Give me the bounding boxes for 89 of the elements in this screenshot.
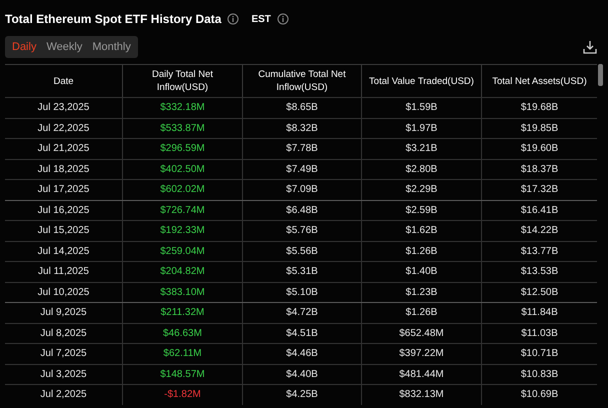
table-cell-text: $726.74M (160, 204, 205, 218)
table-cell-text: $533.87M (160, 122, 205, 136)
table-cell-text: Jul 16,2025 (38, 204, 90, 218)
table-cell-text: $1.26B (406, 306, 438, 320)
table-cell-text: $652.48M (399, 326, 444, 341)
table-cell-text: $1.23B (406, 286, 438, 300)
table-cell-text: $192.33M (160, 224, 205, 238)
table-cell-text: Jul 10,2025 (38, 286, 90, 300)
table-cell-text: $211.32M (160, 306, 204, 320)
table-cell-text: $4.46B (286, 347, 318, 362)
table-cell-text: Jul 11,2025 (38, 265, 89, 280)
table-cell-text: $148.57M (160, 368, 205, 382)
table-cell-text: $10.71B (520, 347, 558, 362)
table-cell-text: $481.44M (399, 368, 444, 382)
table-cell-text: $62.11M (163, 347, 202, 362)
table-cell-text: $10.83B (520, 368, 558, 382)
table-cell-text: $2.80B (406, 162, 438, 177)
period-tab[interactable]: Weekly (41, 38, 88, 56)
table-cell-text: $13.53B (520, 265, 558, 280)
column-header: Total Value Traded(USD) (369, 74, 474, 88)
info-icon[interactable] (227, 13, 240, 25)
table-cell-text: $19.85B (520, 122, 558, 136)
table-cell-text: Jul 17,2025 (38, 183, 90, 198)
table-cell-text: $46.63M (163, 326, 202, 341)
table-cell-text: $8.32B (286, 122, 318, 136)
table-cell-text: $397.22M (399, 347, 444, 362)
table-cell-text: Jul 23,2025 (38, 101, 90, 116)
table-cell-text: $5.56B (286, 244, 318, 259)
table-cell-text: $832.13M (399, 388, 444, 402)
table-cell-text: Jul 14,2025 (38, 244, 90, 259)
period-tab[interactable]: Daily (7, 38, 42, 56)
table-cell-text: $332.18M (160, 101, 205, 116)
column-header: Daily Total Net Inflow(USD) (150, 68, 214, 94)
scrollbar[interactable] (598, 64, 603, 86)
table-cell-text: $10.69B (520, 388, 558, 402)
table-cell-text: $16.41B (520, 204, 558, 218)
table-cell-text: $4.25B (286, 388, 318, 402)
table-cell-text: $259.04M (160, 244, 205, 259)
table-cell-text: $19.68B (520, 101, 558, 116)
table-cell-text: $17.32B (520, 183, 558, 198)
table-cell-text: $18.37B (520, 162, 558, 177)
timezone-label: EST (251, 12, 271, 26)
table-cell-text: $7.49B (286, 162, 318, 177)
table-cell-text: $5.76B (286, 224, 318, 238)
table-cell-text: Jul 2,2025 (40, 388, 87, 402)
table-cell-text: $11.03B (521, 326, 558, 341)
table-cell-text: $4.40B (286, 368, 318, 382)
table-cell-text: Jul 15,2025 (38, 224, 90, 238)
column-header: Total Net Assets(USD) (492, 74, 587, 88)
table-cell-text: $7.09B (286, 183, 318, 198)
info-icon[interactable] (276, 13, 289, 25)
table-cell-text: $6.48B (286, 204, 318, 218)
table-cell-text: Jul 7,2025 (40, 347, 87, 362)
table-cell-text: $3.21B (406, 142, 438, 156)
table-cell-text: $1.62B (406, 224, 438, 238)
table-cell-text: $402.50M (160, 162, 205, 177)
table-cell-text: $7.78B (286, 142, 318, 156)
table-cell-text: $2.29B (406, 183, 438, 198)
table-cell-text: $19.60B (520, 142, 558, 156)
table-cell-text: $13.77B (520, 244, 558, 259)
table-cell-text: $1.40B (406, 265, 438, 280)
table-cell-text: $12.50B (520, 286, 558, 300)
table-cell-text: $4.51B (286, 326, 318, 341)
table-cell-text: $5.31B (286, 265, 318, 280)
download-icon[interactable] (583, 40, 597, 54)
table-cell-text: Jul 21,2025 (38, 142, 90, 156)
table-cell-text: $14.22B (520, 224, 558, 238)
table-cell-text: $296.59M (160, 142, 205, 156)
column-header: Date (53, 74, 74, 88)
table-cell-text: Jul 3,2025 (40, 368, 87, 382)
page-title: Total Ethereum Spot ETF History Data (5, 11, 222, 28)
table-cell-text: $1.59B (406, 101, 438, 116)
table-cell-text: Jul 22,2025 (38, 122, 90, 136)
table-cell-text: $204.82M (160, 265, 205, 280)
column-header: Cumulative Total Net Inflow(USD) (257, 68, 347, 94)
table-cell-text: Jul 9,2025 (40, 306, 87, 320)
table-cell-text: -$1.82M (164, 388, 201, 402)
table-cell-text: $1.26B (406, 244, 438, 259)
table-cell-text: $602.02M (160, 183, 205, 198)
table-cell-text: $5.10B (286, 286, 318, 300)
table-cell-text: $4.72B (286, 306, 318, 320)
table-cell-text: $383.10M (160, 286, 205, 300)
table-cell-text: $2.59B (406, 204, 438, 218)
table-cell-text: $1.97B (406, 122, 438, 136)
table-cell-text: Jul 8,2025 (40, 326, 87, 341)
table-cell-text: $8.65B (286, 101, 318, 116)
period-tab[interactable]: Monthly (87, 38, 136, 56)
table-cell-text: Jul 18,2025 (38, 162, 90, 177)
table-cell-text: $11.84B (521, 306, 558, 320)
